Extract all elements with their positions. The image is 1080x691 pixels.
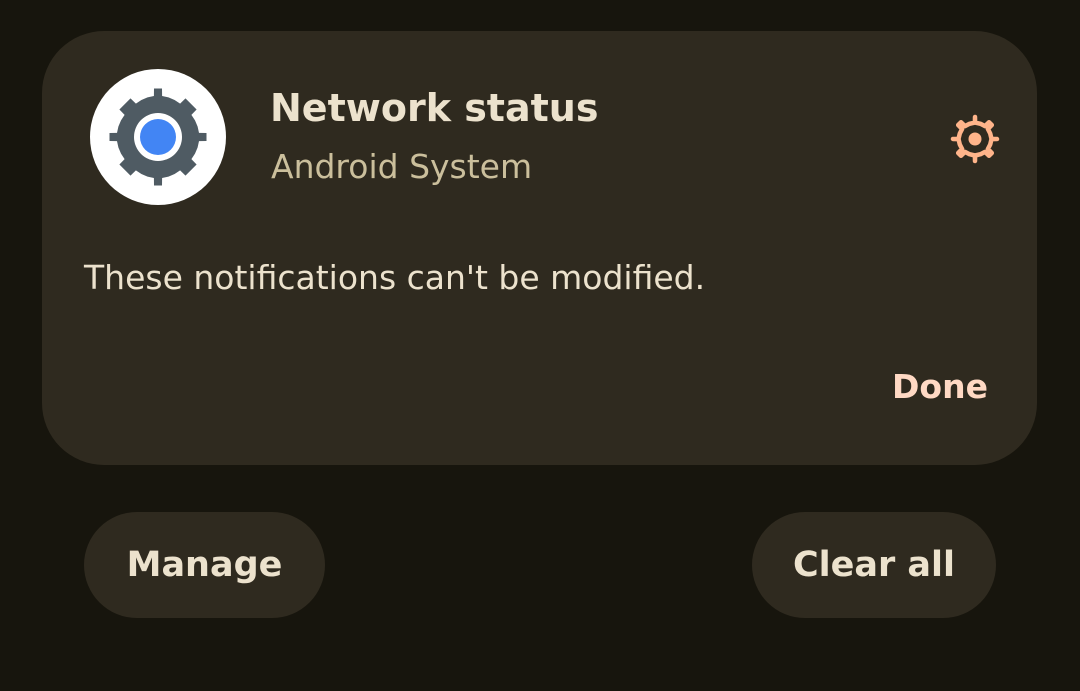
done-button[interactable]: Done — [880, 360, 1000, 412]
clear-all-button[interactable]: Clear all — [752, 512, 996, 618]
manage-button[interactable]: Manage — [84, 512, 325, 618]
notification-title: Network status — [270, 86, 599, 130]
notification-message: These notifications can't be modified. — [84, 258, 706, 297]
settings-button[interactable] — [940, 104, 1010, 174]
app-name: Android System — [271, 147, 533, 186]
android-system-gear-icon — [90, 69, 226, 205]
gear-icon — [950, 114, 1000, 164]
